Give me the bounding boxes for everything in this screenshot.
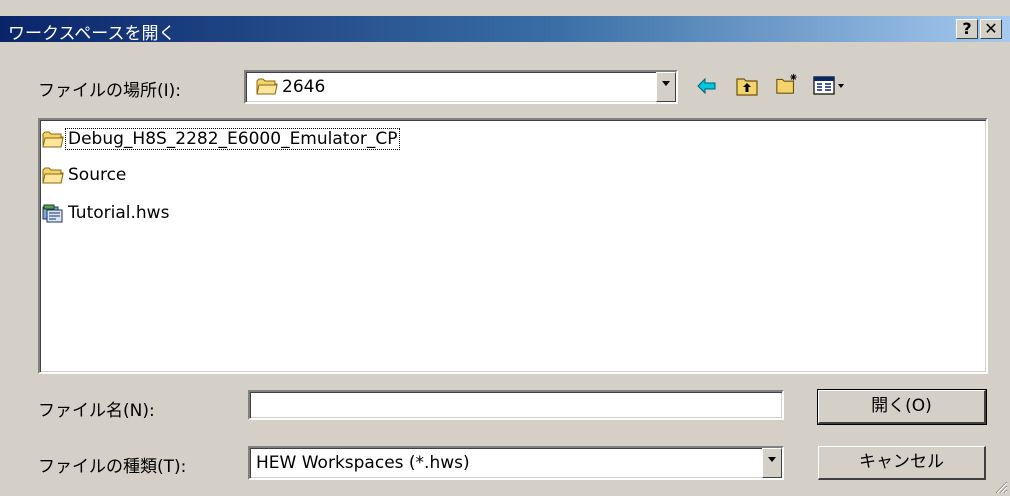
folder-icon	[256, 78, 278, 95]
location-label: ファイルの場所(I):	[38, 81, 182, 101]
file-name: Source	[68, 165, 127, 185]
close-button[interactable]: ✕	[980, 19, 1002, 39]
open-workspace-dialog: ワークスペースを開く ? ✕ ファイルの場所(I): 2646 Debug_H8…	[0, 0, 1010, 496]
filetype-label: ファイルの種類(T):	[38, 457, 187, 477]
file-name: Tutorial.hws	[68, 203, 170, 223]
view-menu-icon[interactable]	[812, 74, 846, 98]
file-name: Debug_H8S_2282_E6000_Emulator_CP	[64, 128, 401, 150]
cancel-button[interactable]: キャンセル	[818, 446, 986, 480]
resize-grip-icon[interactable]	[992, 478, 1008, 494]
help-icon: ?	[962, 19, 972, 38]
chevron-down-icon	[768, 457, 776, 462]
chevron-down-icon	[662, 81, 670, 86]
filename-input[interactable]	[248, 390, 784, 420]
new-folder-icon[interactable]	[774, 72, 800, 96]
filetype-dropdown-button[interactable]	[762, 448, 782, 478]
location-value: 2646	[282, 77, 326, 97]
folder-icon	[42, 131, 64, 148]
list-item[interactable]: Debug_H8S_2282_E6000_Emulator_CP	[42, 128, 482, 150]
list-item[interactable]: Source	[42, 164, 242, 186]
back-arrow-icon[interactable]	[694, 74, 720, 98]
window-title: ワークスペースを開く	[8, 24, 176, 44]
list-item[interactable]: Tutorial.hws	[42, 202, 242, 224]
workspace-file-icon	[42, 204, 63, 223]
file-list[interactable]: Debug_H8S_2282_E6000_Emulator_CP Source …	[38, 118, 988, 374]
folder-icon	[42, 167, 64, 184]
filetype-select[interactable]: HEW Workspaces (*.hws)	[248, 446, 784, 480]
title-bar[interactable]: ワークスペースを開く ? ✕	[0, 16, 1010, 44]
filetype-value: HEW Workspaces (*.hws)	[256, 453, 470, 473]
location-dropdown-button[interactable]	[656, 72, 676, 102]
location-combobox[interactable]: 2646	[244, 70, 678, 104]
up-folder-icon[interactable]	[734, 74, 760, 98]
help-button[interactable]: ?	[956, 19, 978, 39]
filename-label: ファイル名(N):	[38, 401, 155, 421]
open-button[interactable]: 開く(O)	[817, 389, 987, 425]
close-icon: ✕	[984, 19, 998, 38]
